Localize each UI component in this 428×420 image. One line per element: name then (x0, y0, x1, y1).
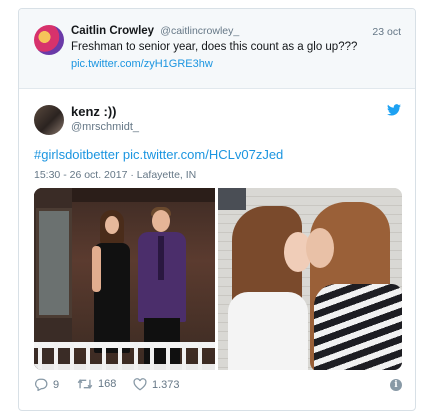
parent-pic-link[interactable]: pic.twitter.com/zyH1GRE3hw (71, 58, 213, 70)
porch-rail-base (34, 364, 215, 370)
baluster (182, 342, 186, 370)
parent-tweet[interactable]: Caitlin Crowley @caitlincrowley_ 23 oct … (19, 9, 415, 89)
baluster (150, 342, 154, 370)
like-action[interactable]: 1.373 (133, 378, 180, 391)
face-right (306, 228, 334, 268)
tweet-actions: 9 168 1.373 i (34, 378, 402, 394)
baluster (134, 342, 138, 370)
retweet-action[interactable]: 168 (77, 378, 116, 390)
avatar[interactable] (34, 105, 64, 135)
retweet-icon (77, 379, 93, 389)
striped-shirt (314, 284, 402, 370)
parent-avatar[interactable] (34, 25, 64, 55)
author-handle[interactable]: @mrschmidt_ (71, 121, 139, 133)
embedded-tweet-card: Caitlin Crowley @caitlincrowley_ 23 oct … (18, 8, 416, 411)
heart-icon (133, 378, 147, 391)
parent-date[interactable]: 23 oct (372, 26, 401, 38)
reply-count: 9 (53, 378, 60, 391)
baluster (102, 342, 106, 370)
baluster (118, 342, 122, 370)
parent-text: Freshman to senior year, does this count… (71, 41, 358, 53)
photo-kiss[interactable] (218, 188, 402, 370)
parent-name[interactable]: Caitlin Crowley (71, 25, 154, 37)
window (218, 188, 246, 210)
baluster (198, 342, 202, 370)
baluster (70, 342, 74, 370)
baluster (54, 342, 58, 370)
photo-prom-couple[interactable] (34, 188, 215, 370)
baluster (86, 342, 90, 370)
baluster (166, 342, 170, 370)
tweet-media[interactable] (34, 188, 402, 370)
author-name[interactable]: kenz :)) (71, 104, 117, 119)
twitter-bird-icon[interactable] (387, 104, 401, 116)
window (36, 208, 72, 318)
girl-face (105, 216, 119, 234)
parent-handle[interactable]: @caitlincrowley_ (160, 25, 239, 37)
tweet-text[interactable]: #girlsdoitbetter pic.twitter.com/HCLv07z… (34, 147, 283, 162)
tie (158, 236, 164, 280)
boy-face (152, 210, 170, 232)
parent-author[interactable]: Caitlin Crowley @caitlincrowley_ (71, 25, 239, 37)
porch-rail (34, 342, 215, 348)
like-count: 1.373 (152, 378, 180, 391)
reply-icon (35, 378, 48, 391)
girl-arm (92, 246, 101, 292)
tweet-timestamp-location[interactable]: 15:30 - 26 oct. 2017 · Lafayette, IN (34, 169, 196, 181)
info-icon[interactable]: i (390, 379, 402, 391)
reply-action[interactable]: 9 (34, 378, 59, 391)
retweet-count: 168 (98, 378, 117, 390)
white-shirt (228, 292, 308, 370)
baluster (38, 342, 42, 370)
